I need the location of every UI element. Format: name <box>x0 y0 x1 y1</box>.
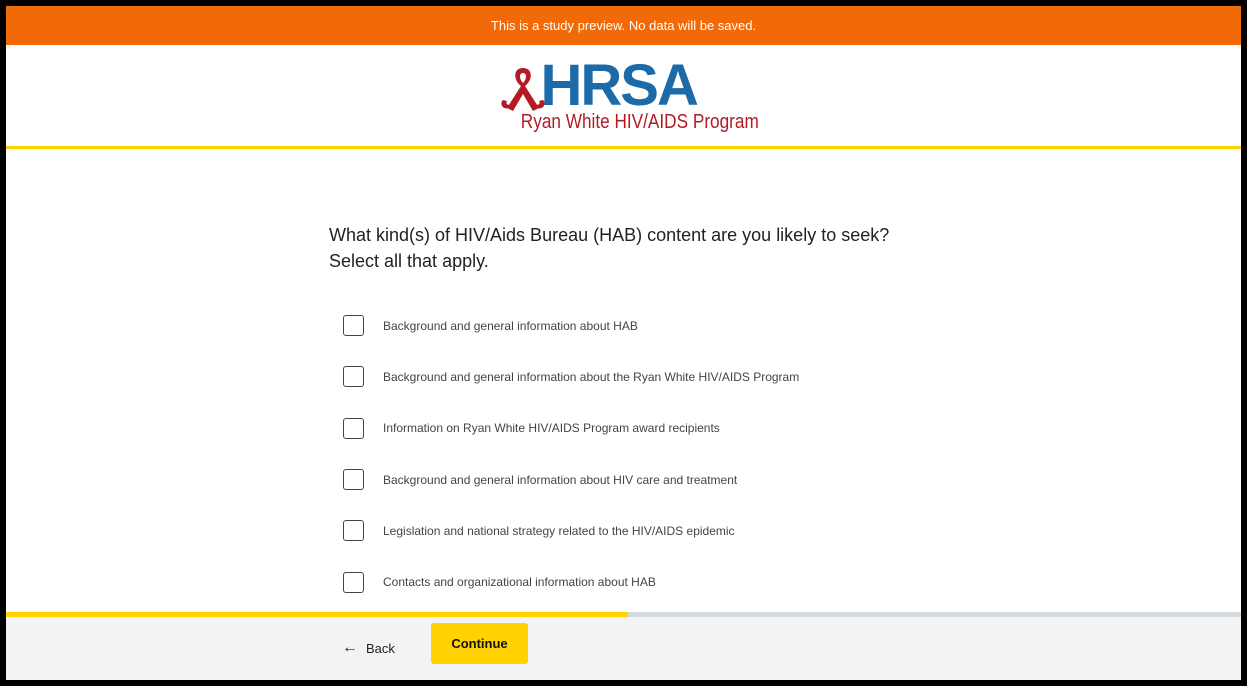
options-list: Background and general information about… <box>343 300 1043 612</box>
option-item[interactable]: Background and general information about… <box>343 454 1043 505</box>
header: HRSA Ryan White HIV/AIDS Program <box>6 45 1241 149</box>
continue-button[interactable]: Continue <box>431 623 528 664</box>
survey-window: This is a study preview. No data will be… <box>6 6 1241 680</box>
awareness-ribbon-icon <box>500 67 545 111</box>
preview-banner-text: This is a study preview. No data will be… <box>490 18 757 33</box>
preview-banner: This is a study preview. No data will be… <box>6 6 1241 45</box>
option-checkbox[interactable] <box>343 366 364 388</box>
option-checkbox[interactable] <box>343 520 364 542</box>
footer-nav: ← Back Continue <box>6 617 1241 680</box>
option-item[interactable]: Background and general information about… <box>343 351 1043 402</box>
logo-subtitle: Ryan White HIV/AIDS Program <box>520 110 759 133</box>
option-checkbox[interactable] <box>343 417 364 439</box>
option-checkbox[interactable] <box>343 315 364 337</box>
logo-wordmark: HRSA <box>540 52 699 118</box>
back-button-label: Back <box>366 640 395 656</box>
question-text: What kind(s) of HIV/Aids Bureau (HAB) co… <box>329 225 890 271</box>
option-checkbox[interactable] <box>343 469 364 491</box>
option-item[interactable]: Background and general information about… <box>343 300 1043 351</box>
option-label: Background and general information about… <box>383 472 738 487</box>
hrsa-logo: HRSA Ryan White HIV/AIDS Program <box>499 52 759 136</box>
question-content: What kind(s) of HIV/Aids Bureau (HAB) co… <box>6 152 1241 612</box>
back-button[interactable]: ← Back <box>342 629 412 667</box>
option-label: Contacts and organizational information … <box>383 575 656 590</box>
option-item[interactable]: Legislation and national strategy relate… <box>343 505 1043 556</box>
option-item[interactable]: Contacts and organizational information … <box>343 556 1043 607</box>
arrow-left-icon: ← <box>342 639 358 656</box>
option-item[interactable]: Information on Ryan White HIV/AIDS Progr… <box>343 403 1043 454</box>
option-label: Legislation and national strategy relate… <box>383 523 735 538</box>
option-label: Information on Ryan White HIV/AIDS Progr… <box>383 421 720 436</box>
option-checkbox[interactable] <box>343 571 364 593</box>
option-label: Background and general information about… <box>383 369 800 384</box>
option-label: Background and general information about… <box>383 318 638 333</box>
